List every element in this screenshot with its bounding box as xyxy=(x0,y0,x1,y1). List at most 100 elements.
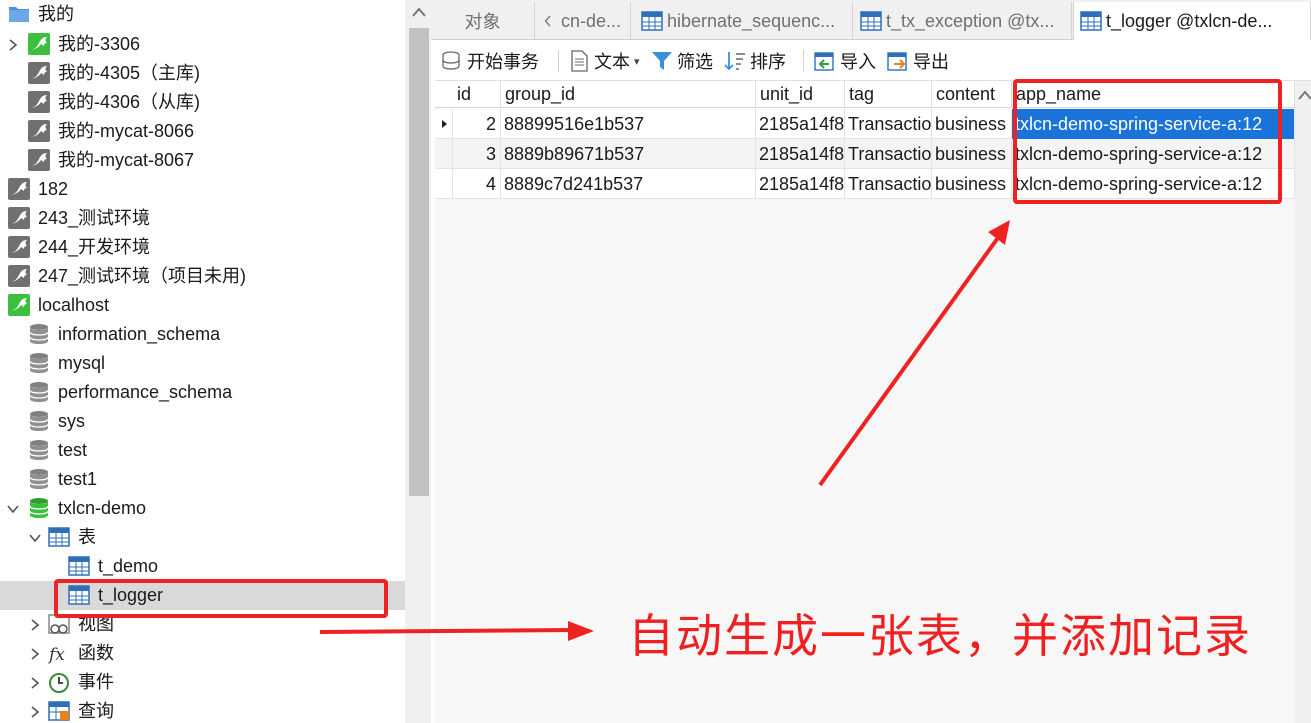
tree-item-label: 我的-3306 xyxy=(58,34,141,54)
cell-tag[interactable]: Transactio xyxy=(845,139,932,169)
tree-item-connection[interactable]: 244_开发环境 xyxy=(0,233,405,262)
export-icon xyxy=(887,52,907,71)
column-header-content[interactable]: content xyxy=(932,81,1012,108)
cell-content[interactable]: business xyxy=(932,169,1012,199)
dropdown-arrow-icon[interactable]: ▾ xyxy=(634,55,640,68)
tab-bar: 对象 cn-de... hibernate_sequenc... t_tx_ex… xyxy=(431,0,1311,40)
tree-item-functions[interactable]: fx 函数 xyxy=(0,639,405,668)
mysql-connection-icon xyxy=(8,294,30,316)
tree-item-label: information_schema xyxy=(58,324,221,344)
import-button[interactable]: 导入 xyxy=(814,48,876,74)
toolbar-label: 开始事务 xyxy=(467,52,539,72)
mysql-connection-icon xyxy=(8,236,30,258)
cell-tag[interactable]: Transactio xyxy=(845,169,932,199)
text-button[interactable]: 文本 ▾ xyxy=(568,48,640,74)
tree-scrollbar-thumb[interactable] xyxy=(409,28,429,496)
tree-item-database-txlcn-demo[interactable]: txlcn-demo xyxy=(0,494,405,523)
tree-item-database[interactable]: sys xyxy=(0,407,405,436)
tree-item-database[interactable]: information_schema xyxy=(0,320,405,349)
current-row-arrow-icon xyxy=(442,120,447,128)
tree-item-queries[interactable]: 查询 xyxy=(0,697,405,723)
cell-group-id[interactable]: 8889b89671b537 xyxy=(501,139,756,169)
tree-item-label: 我的-4305（主库) xyxy=(58,63,201,83)
tree-item-label: 查询 xyxy=(78,701,114,721)
annotation-caption: 自动生成一张表，并添加记录 xyxy=(628,609,1252,663)
cell-unit-id[interactable]: 2185a14f8 xyxy=(756,169,845,199)
tree-item-group[interactable]: 我的 xyxy=(0,0,405,29)
chevron-left-icon[interactable] xyxy=(543,10,557,32)
mysql-connection-icon xyxy=(28,120,50,142)
tree-item-connection[interactable]: 我的-mycat-8066 xyxy=(0,117,405,146)
chevron-right-icon[interactable] xyxy=(28,647,42,661)
tree-item-connection[interactable]: 247_测试环境（项目未用) xyxy=(0,262,405,291)
tree-item-label: txlcn-demo xyxy=(58,498,147,518)
chevron-right-icon[interactable] xyxy=(28,618,42,632)
tree-item-database[interactable]: test xyxy=(0,436,405,465)
tree-item-label: performance_schema xyxy=(58,382,233,402)
tab-t-logger[interactable]: t_logger @txlcn-de... xyxy=(1073,2,1311,40)
database-icon xyxy=(28,497,50,519)
chevron-down-icon[interactable] xyxy=(6,502,20,516)
column-header-unit-id[interactable]: unit_id xyxy=(756,81,845,108)
cell-group-id[interactable]: 8889c7d241b537 xyxy=(501,169,756,199)
sort-icon xyxy=(724,52,745,71)
row-indicator[interactable] xyxy=(435,169,453,199)
begin-transaction-button[interactable]: 开始事务 xyxy=(441,48,539,74)
tree-item-label: 我的 xyxy=(38,4,74,24)
mysql-connection-icon xyxy=(8,265,30,287)
chevron-right-icon[interactable] xyxy=(6,38,20,52)
tree-item-database[interactable]: test1 xyxy=(0,465,405,494)
chevron-right-icon[interactable] xyxy=(28,705,42,719)
tree-item-connection[interactable]: 182 xyxy=(0,175,405,204)
column-header-id[interactable]: id xyxy=(453,81,501,108)
cell-unit-id[interactable]: 2185a14f8 xyxy=(756,109,845,139)
cell-unit-id[interactable]: 2185a14f8 xyxy=(756,139,845,169)
row-indicator[interactable] xyxy=(435,109,453,139)
tree-item-label: 182 xyxy=(38,179,69,199)
tree-item-connection[interactable]: 我的-4305（主库) xyxy=(0,59,405,88)
filter-button[interactable]: 筛选 xyxy=(651,48,713,74)
scroll-up-icon[interactable] xyxy=(412,6,426,18)
highlight-box-t-logger xyxy=(54,579,388,618)
row-indicator[interactable] xyxy=(435,139,453,169)
tree-scrollbar[interactable] xyxy=(405,0,431,723)
function-icon: fx xyxy=(48,642,70,664)
sort-button[interactable]: 排序 xyxy=(724,48,786,74)
chevron-down-icon[interactable] xyxy=(28,531,42,545)
export-button[interactable]: 导出 xyxy=(887,48,949,74)
cell-id[interactable]: 2 xyxy=(453,109,501,139)
grid-scrollbar[interactable] xyxy=(1295,81,1311,723)
chevron-right-icon[interactable] xyxy=(28,676,42,690)
tree-item-connection[interactable]: 243_测试环境 xyxy=(0,204,405,233)
tab-hibernate-sequence[interactable]: hibernate_sequenc... xyxy=(635,2,853,40)
toolbar-label: 导入 xyxy=(840,52,876,72)
tab-t-tx-exception[interactable]: t_tx_exception @tx... xyxy=(854,2,1072,40)
tree-item-connection-localhost[interactable]: localhost xyxy=(0,291,405,320)
column-header-tag[interactable]: tag xyxy=(845,81,932,108)
tree-item-table-t-demo[interactable]: t_demo xyxy=(0,552,405,581)
scroll-up-icon[interactable] xyxy=(1298,89,1311,101)
table-icon xyxy=(860,11,882,31)
tab-previous[interactable]: cn-de... xyxy=(535,2,631,40)
tab-label: cn-de... xyxy=(561,10,622,31)
tree-item-label: 我的-mycat-8067 xyxy=(58,150,195,170)
tree-item-connection[interactable]: 我的-4306（从库) xyxy=(0,88,405,117)
tree-item-connection[interactable]: 我的-3306 xyxy=(0,30,405,59)
tree-item-connection[interactable]: 我的-mycat-8067 xyxy=(0,146,405,175)
tree-item-database[interactable]: mysql xyxy=(0,349,405,378)
cell-content[interactable]: business xyxy=(932,139,1012,169)
toolbar-divider xyxy=(803,50,804,72)
tree-item-tables[interactable]: 表 xyxy=(0,523,405,552)
tab-label: t_logger @txlcn-de... xyxy=(1106,10,1273,31)
tree-item-events[interactable]: 事件 xyxy=(0,668,405,697)
cell-id[interactable]: 4 xyxy=(453,169,501,199)
toolbar-divider xyxy=(558,50,559,72)
cell-tag[interactable]: Transactio xyxy=(845,109,932,139)
cell-id[interactable]: 3 xyxy=(453,139,501,169)
column-header-group-id[interactable]: group_id xyxy=(501,81,756,108)
cell-content[interactable]: business xyxy=(932,109,1012,139)
cell-group-id[interactable]: 88899516e1b537 xyxy=(501,109,756,139)
database-icon xyxy=(28,381,50,403)
tab-objects[interactable]: 对象 xyxy=(431,2,535,40)
tree-item-database[interactable]: performance_schema xyxy=(0,378,405,407)
